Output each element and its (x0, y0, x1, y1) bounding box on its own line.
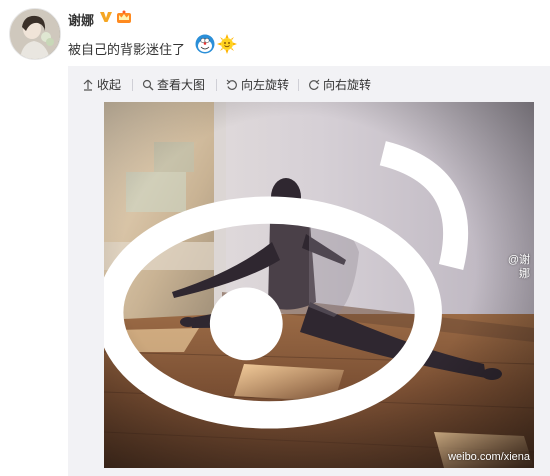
media-card: 收起 查看大图 向左旋转 向右旋转 @谢娜 weibo.com/xiena (68, 66, 550, 476)
weibo-post: 谢娜 被自己的背影迷住了 收起 查看大图 向左旋转 向右旋转 @谢娜 weibo… (0, 0, 550, 476)
toolbar-divider (132, 79, 133, 91)
toolbar-divider (216, 79, 217, 91)
watermark-user: @谢娜 (507, 254, 530, 280)
collapse-button[interactable]: 收起 (82, 74, 121, 96)
toolbar-divider (298, 79, 299, 91)
rotate-right-button[interactable]: 向右旋转 (308, 74, 371, 96)
watermark-url: weibo.com/xiena (448, 451, 530, 463)
view-large-label: 查看大图 (157, 78, 206, 92)
collapse-up-icon (83, 79, 93, 91)
doraemon-emoji-icon (195, 34, 215, 54)
rotate-right-icon (309, 79, 320, 90)
post-photo[interactable]: @谢娜 weibo.com/xiena (104, 102, 534, 468)
image-toolbar: 收起 查看大图 向左旋转 向右旋转 (68, 74, 550, 96)
crown-icon[interactable] (116, 9, 132, 25)
weibo-logo-icon (104, 141, 468, 429)
rotate-left-button[interactable]: 向左旋转 (226, 74, 289, 96)
magnifier-icon (142, 79, 154, 91)
post-text: 被自己的背影迷住了 (68, 42, 186, 57)
rotate-left-icon (226, 79, 237, 90)
collapse-label: 收起 (97, 78, 122, 92)
rotate-right-label: 向右旋转 (323, 78, 372, 92)
sun-face-emoji-icon (217, 34, 237, 54)
username[interactable]: 谢娜 (68, 10, 94, 29)
avatar[interactable] (9, 8, 61, 60)
rotate-left-label: 向左旋转 (241, 78, 290, 92)
view-large-button[interactable]: 查看大图 (142, 74, 205, 96)
photo-watermark: @谢娜 weibo.com/xiena (104, 102, 530, 464)
verified-badge-icon (100, 12, 112, 22)
